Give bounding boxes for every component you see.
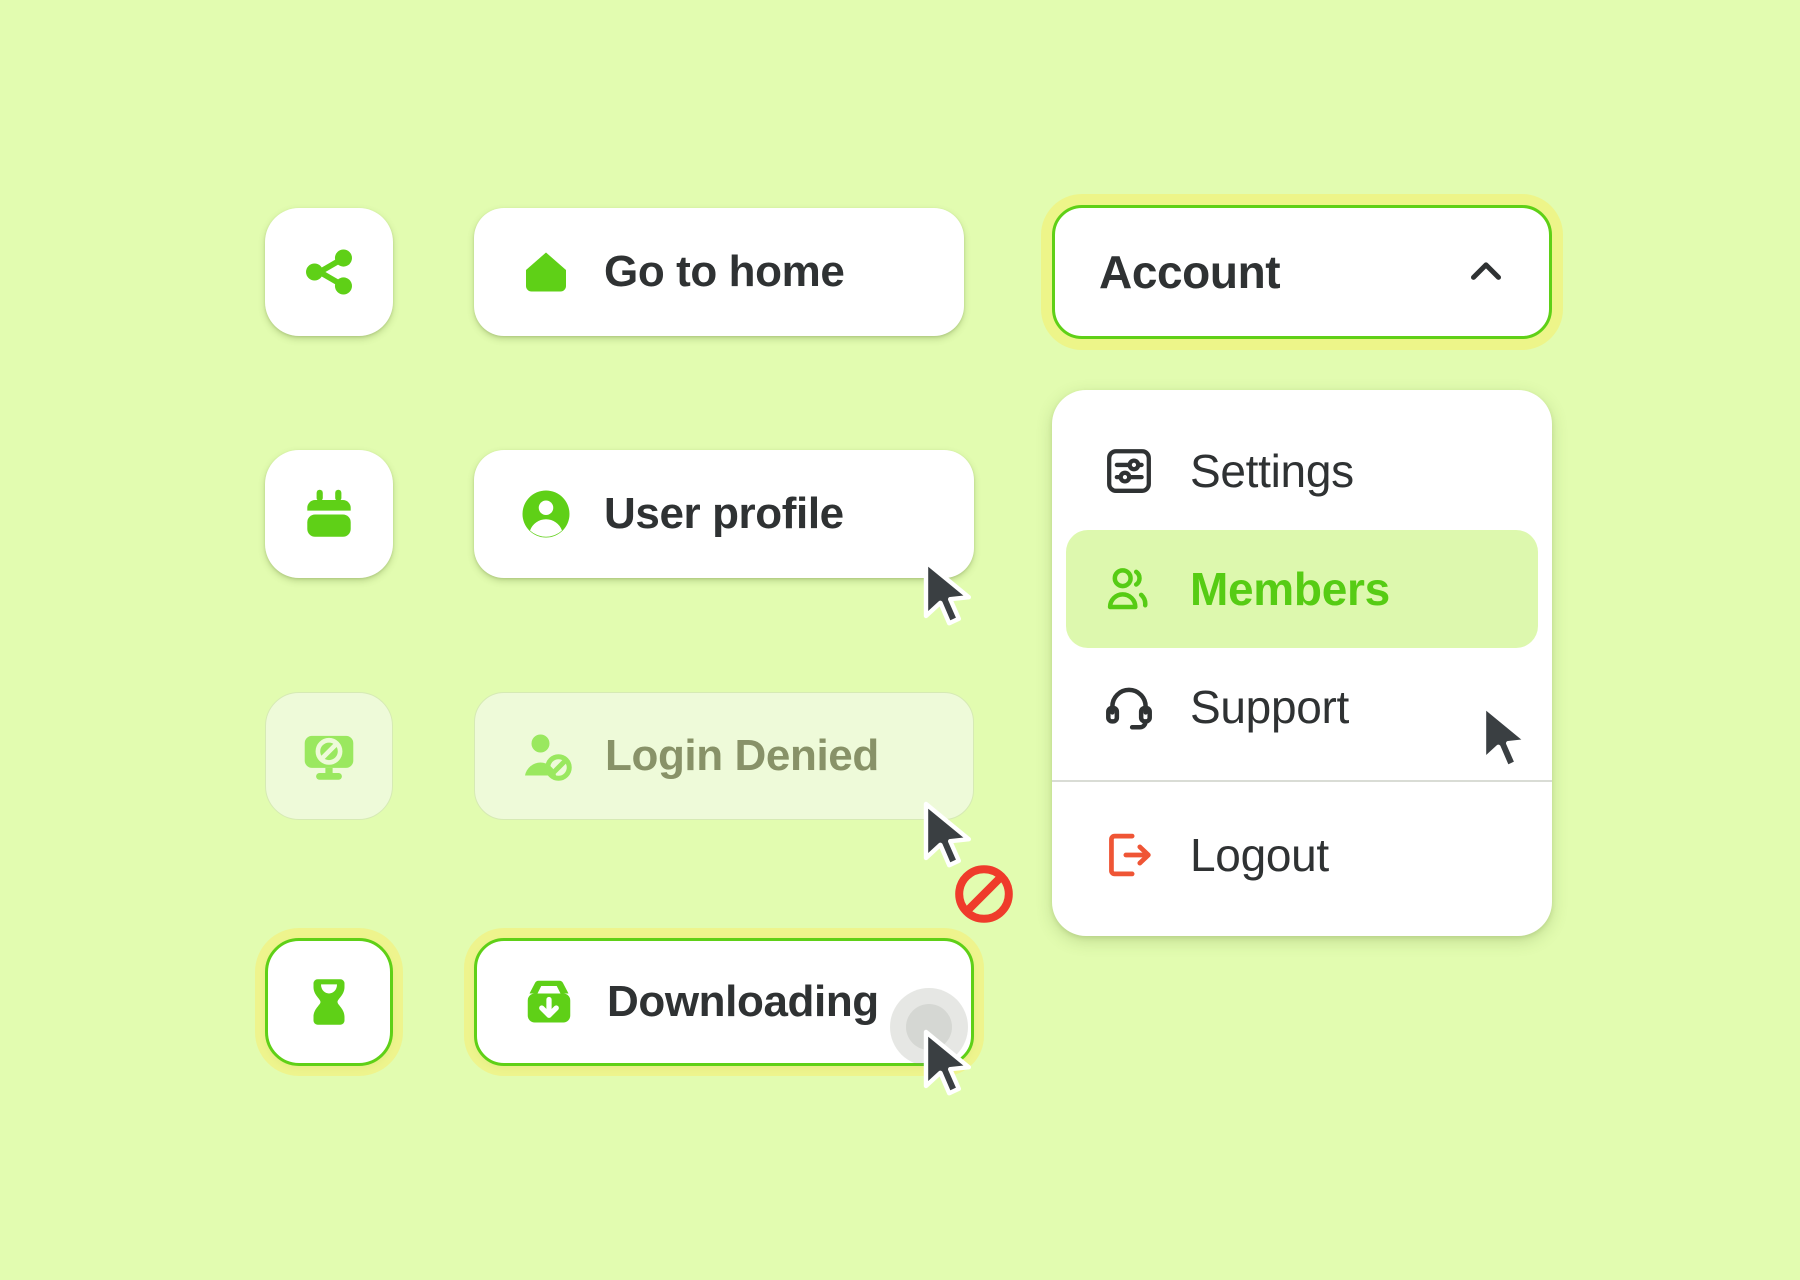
download-box-icon	[527, 980, 571, 1023]
user-profile-button[interactable]: User profile	[474, 450, 974, 578]
menu-item-support-label: Support	[1190, 681, 1350, 733]
screen-share-off-icon	[304, 735, 354, 780]
home-icon	[526, 252, 566, 292]
downloading-button[interactable]: Downloading	[474, 938, 974, 1066]
hourglass-icon	[313, 979, 345, 1025]
hourglass-icon-tile[interactable]	[265, 938, 393, 1066]
screen-share-off-icon-tile	[265, 692, 393, 820]
account-dropdown-trigger[interactable]: Account	[1052, 205, 1552, 339]
account-dropdown-label: Account	[1099, 246, 1281, 298]
logout-icon	[1109, 833, 1151, 876]
menu-divider	[1052, 780, 1552, 782]
share-icon-tile[interactable]	[265, 208, 393, 336]
user-circle-icon	[522, 490, 570, 538]
share-icon	[306, 249, 352, 295]
blocked-badge-icon	[955, 865, 1013, 923]
menu-item-settings-label: Settings	[1190, 445, 1354, 497]
user-profile-label: User profile	[604, 489, 844, 538]
login-denied-button: Login Denied	[474, 692, 974, 820]
users-icon	[1107, 568, 1148, 610]
go-to-home-button[interactable]: Go to home	[474, 208, 964, 336]
canvas: Go to home User profile Login Denied Dow…	[0, 0, 1800, 1280]
headset-icon	[1106, 687, 1152, 730]
menu-item-logout[interactable]: Logout	[1066, 796, 1538, 914]
login-denied-label: Login Denied	[605, 731, 879, 780]
chevron-up-icon	[1471, 262, 1501, 280]
menu-item-members-label: Members	[1190, 563, 1390, 615]
calendar-icon-tile[interactable]	[265, 450, 393, 578]
menu-item-support[interactable]: Support	[1066, 648, 1538, 766]
calendar-icon	[307, 489, 351, 537]
sliders-square-icon	[1107, 449, 1151, 493]
menu-item-settings[interactable]: Settings	[1066, 412, 1538, 530]
menu-item-logout-label: Logout	[1190, 828, 1329, 881]
downloading-label: Downloading	[607, 977, 879, 1026]
menu-item-members[interactable]: Members	[1066, 530, 1538, 648]
go-to-home-label: Go to home	[604, 247, 845, 296]
user-blocked-icon	[525, 734, 572, 781]
account-dropdown-menu: Settings Members Support Logout	[1052, 390, 1552, 936]
